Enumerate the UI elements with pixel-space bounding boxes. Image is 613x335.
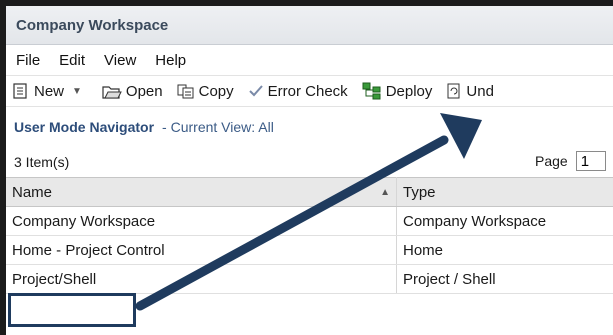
error-check-button[interactable]: Error Check xyxy=(248,83,348,100)
navigator-title: User Mode Navigator xyxy=(14,119,155,135)
open-folder-icon xyxy=(102,86,122,99)
navigator-header: User Mode Navigator - Current View: All xyxy=(6,107,613,147)
menu-view[interactable]: View xyxy=(104,52,136,69)
page-input[interactable] xyxy=(575,151,606,171)
current-view-label: - Current View: All xyxy=(162,119,274,135)
row-name[interactable]: Home - Project Control xyxy=(6,235,397,265)
row-type: Project / Shell xyxy=(396,264,613,294)
window-title: Company Workspace xyxy=(6,6,613,45)
column-header-type[interactable]: Type xyxy=(396,177,613,207)
table-row[interactable]: Project/Shell Project / Shell xyxy=(6,264,613,294)
list-info-bar: 3 Item(s) Page xyxy=(6,147,613,177)
items-table: Name ▲ Type Company Workspace Company Wor… xyxy=(6,177,613,294)
new-document-icon xyxy=(13,83,27,99)
undo-icon xyxy=(447,83,460,99)
row-type: Company Workspace xyxy=(396,206,613,236)
workspace-window: Company Workspace File Edit View Help Ne… xyxy=(0,0,613,335)
page-label: Page xyxy=(535,153,568,169)
deploy-button-label: Deploy xyxy=(385,82,433,100)
column-header-name[interactable]: Name ▲ xyxy=(6,177,397,207)
copy-button-label: Copy xyxy=(198,82,234,100)
menu-bar: File Edit View Help xyxy=(6,45,613,76)
open-button[interactable]: Open xyxy=(102,83,163,100)
table-row[interactable]: Home - Project Control Home xyxy=(6,235,613,265)
new-button[interactable]: New ▼ xyxy=(12,83,88,100)
row-type: Home xyxy=(396,235,613,265)
deploy-icon xyxy=(362,82,381,100)
copy-button[interactable]: Copy xyxy=(177,83,234,100)
row-name[interactable]: Project/Shell xyxy=(6,264,397,294)
open-button-label: Open xyxy=(125,82,163,100)
row-name[interactable]: Company Workspace xyxy=(6,206,397,236)
chevron-down-icon[interactable]: ▼ xyxy=(72,86,82,97)
menu-help[interactable]: Help xyxy=(155,52,186,69)
undo-button-label: Und xyxy=(466,82,494,100)
menu-edit[interactable]: Edit xyxy=(59,52,85,69)
sort-ascending-icon: ▲ xyxy=(380,186,390,198)
deploy-button[interactable]: Deploy xyxy=(362,82,433,100)
copy-icon xyxy=(177,84,194,99)
error-check-button-label: Error Check xyxy=(267,82,348,100)
table-row[interactable]: Company Workspace Company Workspace xyxy=(6,206,613,236)
table-header-row: Name ▲ Type xyxy=(6,177,613,207)
item-count: 3 Item(s) xyxy=(14,154,70,170)
pager: Page xyxy=(535,151,606,171)
toolbar: New ▼ Open Copy Error Check Deploy Und xyxy=(6,76,613,107)
new-button-label: New xyxy=(34,82,65,100)
menu-file[interactable]: File xyxy=(16,52,40,69)
checkmark-icon xyxy=(248,85,263,97)
undo-button[interactable]: Und xyxy=(446,83,494,100)
